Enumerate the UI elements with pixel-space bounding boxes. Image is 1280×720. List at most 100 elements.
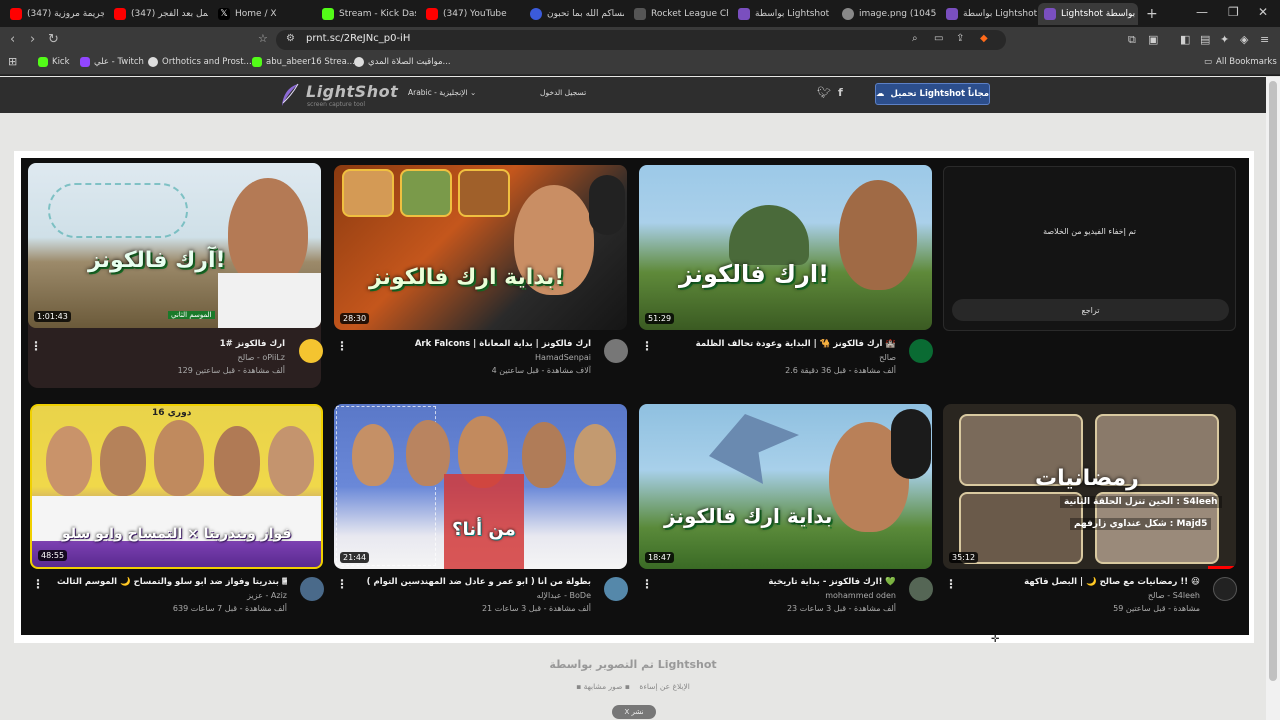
site-info-icon[interactable]: ⚙ — [286, 33, 295, 44]
share-icon[interactable]: ⇪ — [956, 33, 964, 44]
video-card[interactable]: من أنا؟ 21:44 بطولة من أنا ( ابو عمر و ع… — [334, 404, 628, 634]
channel-avatar[interactable] — [604, 577, 628, 601]
scrollbar-thumb[interactable] — [1269, 81, 1277, 681]
more-options-icon[interactable]: ⋮ — [336, 577, 348, 591]
twitter-icon[interactable]: 🐦︎ — [817, 86, 831, 99]
channel-name[interactable]: صالح — [666, 353, 896, 362]
apps-icon[interactable]: ⊞ — [8, 55, 17, 68]
page-scrollbar[interactable] — [1266, 77, 1280, 720]
video-title[interactable]: بطولة من أنا ( ابو عمر و عادل ضد المهندس… — [361, 577, 591, 587]
person-face — [839, 180, 917, 290]
login-link[interactable]: تسجيل الدخول — [540, 88, 586, 97]
browser-tab[interactable]: (347) YouTube — [420, 3, 520, 25]
wallet-icon[interactable]: ▤ — [1200, 33, 1210, 46]
minimize-icon[interactable]: — — [1196, 5, 1208, 19]
video-title[interactable]: آرك فالكونز 🐪 | البداية وعودة تحالف الظل… — [666, 339, 896, 349]
video-duration: 21:44 — [340, 552, 370, 563]
chat-message: الحين تنزل الحلقة الثانية : S4leeh — [1060, 496, 1222, 508]
browser-tab[interactable]: مساكم الله بما تحبون — [524, 3, 624, 25]
browser-tab[interactable]: بواسطة Lightshot — [940, 3, 1040, 25]
media-icon[interactable]: ▣ — [1148, 33, 1158, 46]
bookmark-star-icon[interactable]: ☆ — [258, 32, 268, 45]
all-bookmarks[interactable]: ▭ All Bookmarks — [1204, 57, 1277, 67]
channel-avatar[interactable] — [604, 339, 628, 363]
language-select[interactable]: Arabic - الإنجليزية ⌄ — [408, 88, 476, 97]
more-options-icon[interactable]: ⋮ — [30, 339, 42, 353]
more-options-icon[interactable]: ⋮ — [336, 339, 348, 353]
browser-tab[interactable]: Rocket League Char — [628, 3, 728, 25]
bookmark-item[interactable]: Orthotics and Prost... — [148, 57, 252, 67]
leo-icon[interactable]: ✦ — [1220, 33, 1229, 46]
video-thumbnail[interactable]: بداية ارك فالكونز 18:47 — [639, 404, 932, 569]
lightshot-logo[interactable]: LightShot — [306, 82, 398, 101]
thumbnail-overlay-text: بداية ارك فالكونز! — [369, 265, 565, 290]
video-card[interactable]: دوري 16 فواز وبندريتا × التمساح وابو سلو… — [30, 404, 324, 634]
close-window-icon[interactable]: ✕ — [1258, 5, 1268, 19]
video-thumbnail[interactable]: بداية ارك فالكونز! 28:30 — [334, 165, 627, 330]
bookmark-item[interactable]: مواقيت الصلاة المدي... — [354, 57, 451, 67]
video-thumbnail[interactable]: دوري 16 فواز وبندريتا × التمساح وابو سلو… — [30, 404, 323, 569]
forward-icon[interactable]: › — [30, 32, 35, 47]
video-card[interactable]: بداية ارك فالكونز 18:47 ارك فالكونز - بد… — [639, 404, 933, 634]
more-options-icon[interactable]: ⋮ — [641, 577, 653, 591]
cast-icon[interactable]: ▭ — [934, 33, 943, 44]
channel-avatar[interactable] — [299, 339, 323, 363]
browser-tab[interactable]: عمل بعد الفجر (347) — [108, 3, 208, 25]
channel-name[interactable]: عزيز - Aziz — [57, 591, 287, 600]
video-title[interactable]: Ark Falcons | آرك فالكونز | بداية المعان… — [361, 339, 591, 349]
zoom-icon[interactable]: ⌕ — [912, 33, 918, 44]
video-thumbnail[interactable]: من أنا؟ 21:44 — [334, 404, 627, 569]
video-title[interactable]: رمضانيات مع صالح 🌙 | البصل فاكهة !! 😆 — [970, 577, 1200, 587]
video-title[interactable]: آرك فالكونز #1 — [55, 339, 285, 349]
vpn-icon[interactable]: ◈ — [1240, 33, 1248, 46]
sidebar-icon[interactable]: ◧ — [1180, 33, 1190, 46]
more-options-icon[interactable]: ⋮ — [641, 339, 653, 353]
channel-avatar[interactable] — [909, 339, 933, 363]
channel-avatar[interactable] — [1213, 577, 1237, 601]
channel-avatar[interactable] — [300, 577, 324, 601]
channel-name[interactable]: HamadSenpai — [361, 353, 591, 362]
bookmark-item[interactable]: Kick — [38, 57, 70, 67]
video-title[interactable]: ارك فالكونز - بداية تاريخية! 💚 — [666, 577, 896, 587]
similar-images-link[interactable]: ▪ صور مشابهة — [584, 682, 630, 691]
share-x-button[interactable]: X نشر — [612, 705, 656, 719]
reload-icon[interactable]: ↻ — [48, 32, 59, 47]
video-thumbnail[interactable]: رمضانيات 35:12 — [943, 404, 1236, 569]
channel-name[interactable]: صالح - S4leeh — [970, 591, 1200, 600]
browser-tab[interactable]: جريمة مروزية (347) — [4, 3, 104, 25]
facebook-icon[interactable]: f — [838, 86, 843, 99]
maximize-icon[interactable]: ❐ — [1228, 5, 1239, 19]
browser-tab[interactable]: image.png (1045×8 — [836, 3, 936, 25]
video-duration: 1:01:43 — [34, 311, 71, 322]
channel-name[interactable]: mohammed oden — [666, 591, 896, 600]
browser-tab[interactable]: بواسطة Lightshot — [732, 3, 832, 25]
download-button[interactable]: ☁ تحميل Lightshot مجاناً — [875, 83, 990, 105]
brave-shield-icon[interactable]: ◆ — [980, 33, 988, 44]
browser-tab[interactable]: 𝕏 Home / X — [212, 3, 312, 25]
browser-tab-active[interactable]: Lightshot بواسطة✕ — [1038, 3, 1138, 25]
back-icon[interactable]: ‹ — [10, 32, 15, 47]
new-tab-icon[interactable]: + — [1146, 6, 1158, 22]
video-card[interactable]: ارك فالكونز! 51:29 آرك فالكونز 🐪 | البدا… — [639, 165, 933, 395]
extensions-icon[interactable]: ⧉ — [1128, 33, 1136, 47]
more-options-icon[interactable]: ⋮ — [32, 577, 44, 591]
channel-avatar[interactable] — [909, 577, 933, 601]
bookmark-item[interactable]: abu_abeer16 Strea... — [252, 57, 355, 67]
browser-tab[interactable]: Stream - Kick Dash — [316, 3, 416, 25]
more-options-icon[interactable]: ⋮ — [945, 577, 957, 591]
channel-name[interactable]: صالح - oPiiLz — [55, 353, 285, 362]
address-bar[interactable]: ⚙ prnt.sc/2ReJNc_p0-iH ⌕ ▭ ⇪ ◆ — [276, 30, 1006, 50]
video-thumbnail[interactable]: ارك فالكونز! 51:29 — [639, 165, 932, 330]
menu-icon[interactable]: ≡ — [1260, 33, 1269, 46]
bookmark-item[interactable]: علي - Twitch — [80, 57, 144, 67]
video-thumbnail[interactable]: آرك فالكونز! الموسم الثاني 1:01:43 — [28, 163, 321, 328]
video-card[interactable]: بداية ارك فالكونز! 28:30 Ark Falcons | آ… — [334, 165, 628, 395]
video-card[interactable]: آرك فالكونز! الموسم الثاني 1:01:43 آرك ف… — [28, 163, 323, 388]
url-text[interactable]: prnt.sc/2ReJNc_p0-iH — [306, 33, 410, 44]
undo-button[interactable]: تراجع — [952, 299, 1229, 321]
channel-name[interactable]: عبدالإله - BoDe — [361, 591, 591, 600]
video-title[interactable]: حروف مع عزيز #1 📰 بندريتا وفواز ضد ابو س… — [57, 577, 287, 587]
video-duration: 48:55 — [38, 550, 68, 561]
folder-icon: ▭ — [1204, 57, 1213, 67]
google-icon — [148, 57, 158, 67]
